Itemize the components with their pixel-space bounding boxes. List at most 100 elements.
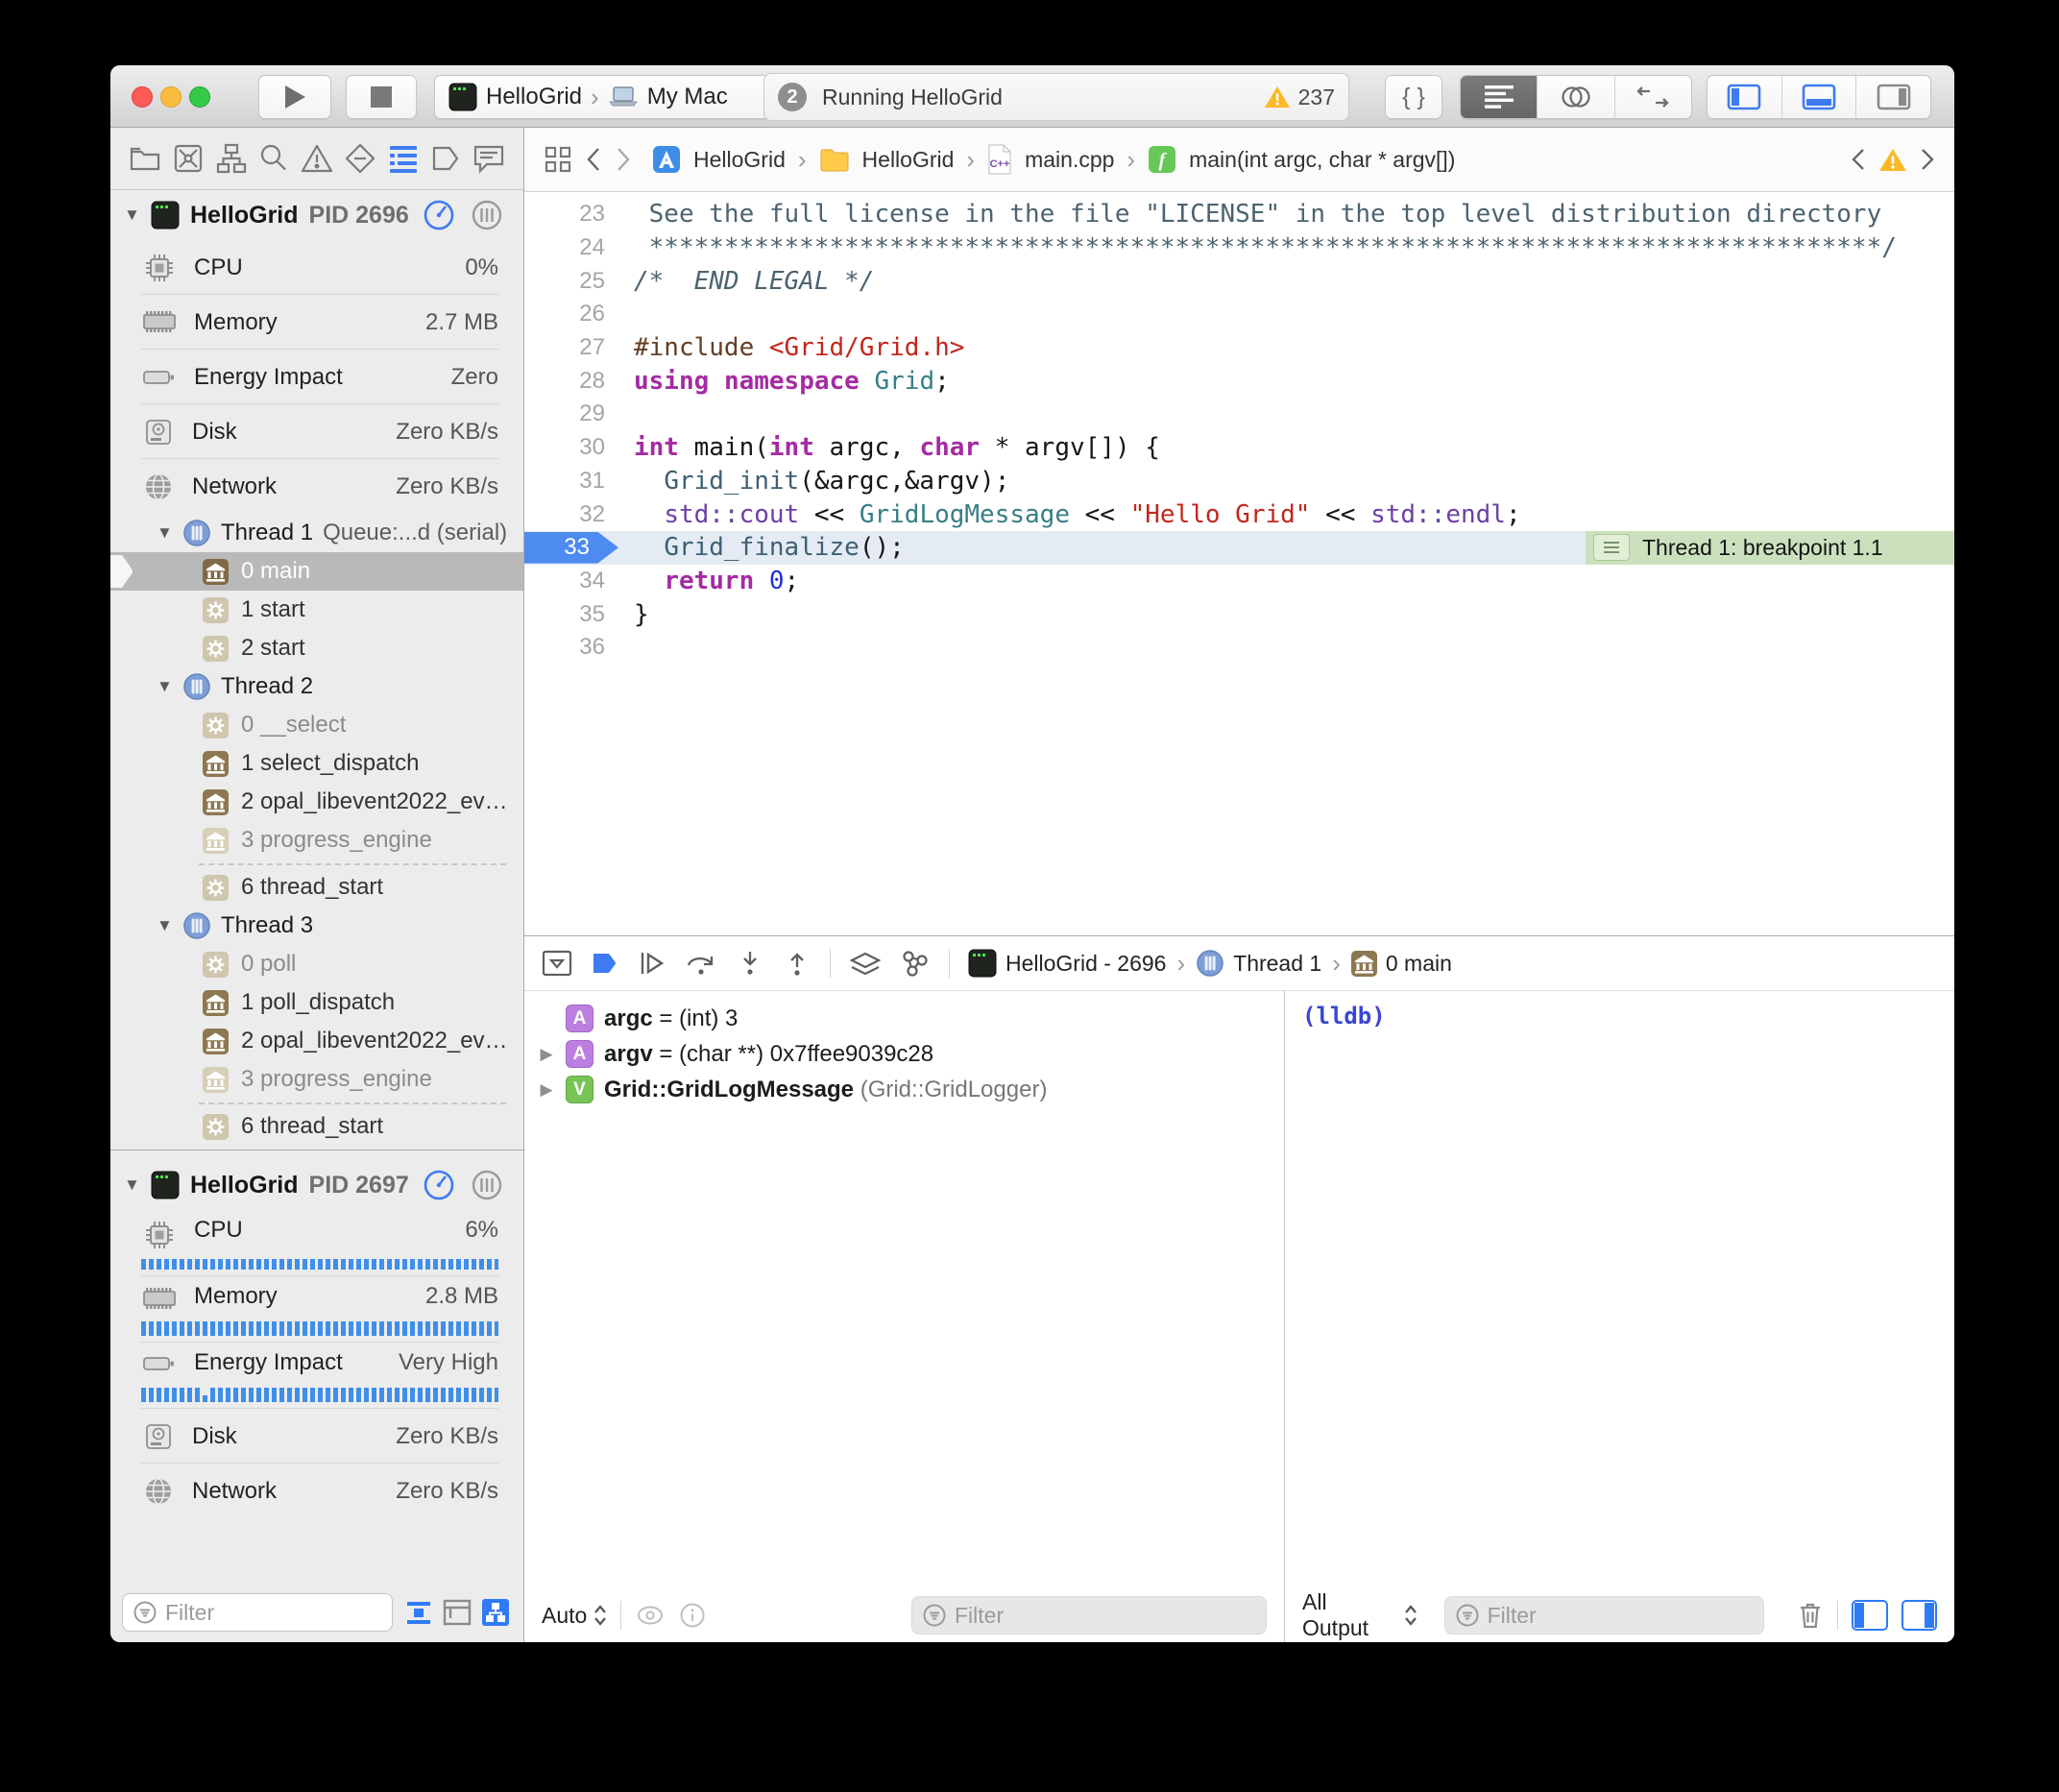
assistant-editor-button[interactable] — [1538, 76, 1614, 118]
pause-process-button[interactable] — [470, 198, 504, 232]
step-into-button[interactable] — [736, 949, 764, 978]
code-line-27[interactable]: 27 #include <Grid/Grid.h> — [524, 331, 1954, 365]
stack-frame-row[interactable]: 3 progress_engine — [110, 821, 523, 860]
next-issue-button[interactable] — [1920, 147, 1935, 172]
code-line-31[interactable]: 31 Grid_init(&argc,&argv); — [524, 465, 1954, 498]
version-editor-button[interactable] — [1615, 76, 1691, 118]
step-out-button[interactable] — [783, 949, 811, 978]
thread-row[interactable]: ▼ Thread 2 — [110, 667, 523, 706]
navigator-tab-project[interactable] — [126, 139, 164, 178]
code-line-28[interactable]: 28 using namespace Grid; — [524, 364, 1954, 398]
disclosure-triangle-icon[interactable]: ▶ — [538, 1080, 555, 1100]
code-line-30[interactable]: 30 int main(int argc, char * argv[]) { — [524, 431, 1954, 465]
stack-frame-row[interactable]: 2 start — [110, 629, 523, 667]
variables-filter-field[interactable]: Filter — [911, 1596, 1267, 1635]
stack-frame-row[interactable]: 6 thread_start — [110, 868, 523, 907]
profile-gauge-button[interactable] — [422, 1168, 456, 1202]
variables-scope-dropdown[interactable]: Auto — [542, 1603, 607, 1629]
navigator-tab-symbols[interactable] — [212, 139, 251, 178]
stack-frame-row[interactable]: 0 main — [110, 552, 523, 591]
console-scope-dropdown[interactable]: All Output — [1302, 1589, 1417, 1641]
stack-frame-row[interactable]: 2 opal_libevent2022_ev… — [110, 783, 523, 821]
gauge-row-disk[interactable]: DiskZero KB/s — [110, 404, 523, 459]
breakpoints-enabled-button[interactable] — [591, 950, 619, 977]
debug-path-item[interactable]: Thread 1 — [1196, 949, 1321, 978]
process-header[interactable]: ▼ HelloGridPID 2697 — [110, 1160, 523, 1210]
jump-bar-group[interactable]: HelloGrid — [862, 147, 955, 173]
disclosure-triangle-icon[interactable]: ▶ — [538, 1045, 555, 1064]
step-over-button[interactable] — [685, 949, 717, 978]
info-icon[interactable] — [679, 1602, 706, 1629]
continue-button[interactable] — [638, 949, 666, 978]
code-line-34[interactable]: 34 return 0; — [524, 565, 1954, 598]
toggle-variables-view-button[interactable] — [1852, 1600, 1887, 1631]
quicklook-eye-icon[interactable] — [635, 1604, 666, 1627]
toggle-console-view-button[interactable] — [1902, 1600, 1937, 1631]
annotation-menu-icon[interactable] — [1593, 534, 1630, 561]
disclosure-triangle-icon[interactable]: ▼ — [157, 916, 173, 935]
jump-bar-project[interactable]: HelloGrid — [693, 147, 786, 173]
navigator-tab-reports[interactable] — [470, 139, 508, 178]
gauge-row-memory[interactable]: Memory2.8 MB — [110, 1276, 523, 1343]
code-line-24[interactable]: 24 *************************************… — [524, 231, 1954, 265]
source-editor[interactable]: 23 See the full license in the file "LIC… — [524, 192, 1954, 935]
scheme-selector[interactable]: HelloGrid › My Mac — [434, 75, 769, 119]
code-line-29[interactable]: 29 — [524, 398, 1954, 431]
variable-row[interactable]: ▶ A argv = (char **) 0x7ffee9039c28 — [524, 1036, 1284, 1072]
toggle-debug-area-button[interactable] — [1782, 76, 1857, 118]
gauge-row-cpu[interactable]: CPU6% — [110, 1210, 523, 1276]
navigator-filter-field[interactable]: Filter — [122, 1593, 393, 1632]
console-filter-field[interactable]: Filter — [1444, 1596, 1765, 1635]
gauge-row-energy-impact[interactable]: Energy ImpactVery High — [110, 1343, 523, 1409]
run-button[interactable] — [258, 75, 331, 119]
memory-graph-button[interactable] — [900, 949, 931, 978]
gauge-row-memory[interactable]: Memory2.7 MB — [110, 295, 523, 350]
flatten-view-button[interactable] — [402, 1596, 435, 1629]
zoom-window-button[interactable] — [189, 86, 210, 108]
back-button[interactable] — [585, 146, 602, 173]
code-line-26[interactable]: 26 — [524, 298, 1954, 331]
navigator-tab-source-control[interactable] — [169, 139, 207, 178]
view-by-queue-button[interactable] — [479, 1596, 512, 1629]
stack-frame-row[interactable]: 2 opal_libevent2022_ev… — [110, 1022, 523, 1060]
stack-frame-row[interactable]: 1 poll_dispatch — [110, 983, 523, 1022]
profile-gauge-button[interactable] — [422, 198, 456, 232]
code-line-36[interactable]: 36 — [524, 631, 1954, 665]
view-ui-hierarchy-button[interactable] — [441, 1596, 473, 1629]
previous-issue-button[interactable] — [1851, 147, 1866, 172]
console-output[interactable]: (lldb) — [1285, 991, 1954, 1588]
debug-path-item[interactable]: HelloGrid - 2696 — [968, 949, 1166, 978]
debug-view-hierarchy-button[interactable] — [849, 949, 882, 978]
code-line-23[interactable]: 23 See the full license in the file "LIC… — [524, 198, 1954, 231]
gauge-row-network[interactable]: NetworkZero KB/s — [110, 1464, 523, 1518]
code-line-25[interactable]: 25 /* END LEGAL */ — [524, 264, 1954, 298]
thread-row[interactable]: ▼ Thread 1Queue:...d (serial) — [110, 514, 523, 552]
activity-viewer[interactable]: 2 Running HelloGrid 237 — [763, 73, 1349, 121]
navigator-tab-breakpoints[interactable] — [426, 139, 465, 178]
disclosure-triangle-icon[interactable]: ▼ — [124, 1175, 140, 1195]
breakpoint-annotation[interactable]: Thread 1: breakpoint 1.1 — [1586, 531, 1954, 565]
clear-console-button[interactable] — [1797, 1600, 1824, 1631]
gauge-row-energy-impact[interactable]: Energy ImpactZero — [110, 350, 523, 404]
navigator-tab-find[interactable] — [254, 139, 293, 178]
forward-button[interactable] — [615, 146, 632, 173]
gauge-row-cpu[interactable]: CPU0% — [110, 240, 523, 295]
issue-warning-icon[interactable] — [1878, 147, 1907, 173]
close-window-button[interactable] — [132, 86, 153, 108]
gauge-row-disk[interactable]: DiskZero KB/s — [110, 1409, 523, 1464]
variable-row[interactable]: A argc = (int) 3 — [524, 1001, 1284, 1036]
jump-bar-symbol[interactable]: main(int argc, char * argv[]) — [1189, 147, 1455, 173]
code-review-button[interactable]: { } — [1385, 75, 1442, 119]
stop-button[interactable] — [346, 75, 417, 119]
process-header[interactable]: ▼ HelloGridPID 2696 — [110, 190, 523, 240]
related-items-icon[interactable] — [544, 145, 572, 174]
hide-debug-area-button[interactable] — [542, 949, 572, 978]
disclosure-triangle-icon[interactable]: ▼ — [157, 523, 173, 543]
debug-path-item[interactable]: 0 main — [1351, 951, 1452, 977]
jump-bar-file[interactable]: main.cpp — [1025, 147, 1114, 173]
thread-row[interactable]: ▼ Thread 3 — [110, 907, 523, 945]
stack-frame-row[interactable]: 0 __select — [110, 706, 523, 744]
stack-frame-row[interactable]: 1 select_dispatch — [110, 744, 523, 783]
stack-frame-row[interactable]: 3 progress_engine — [110, 1060, 523, 1099]
stack-frame-row[interactable]: 6 thread_start — [110, 1107, 523, 1146]
